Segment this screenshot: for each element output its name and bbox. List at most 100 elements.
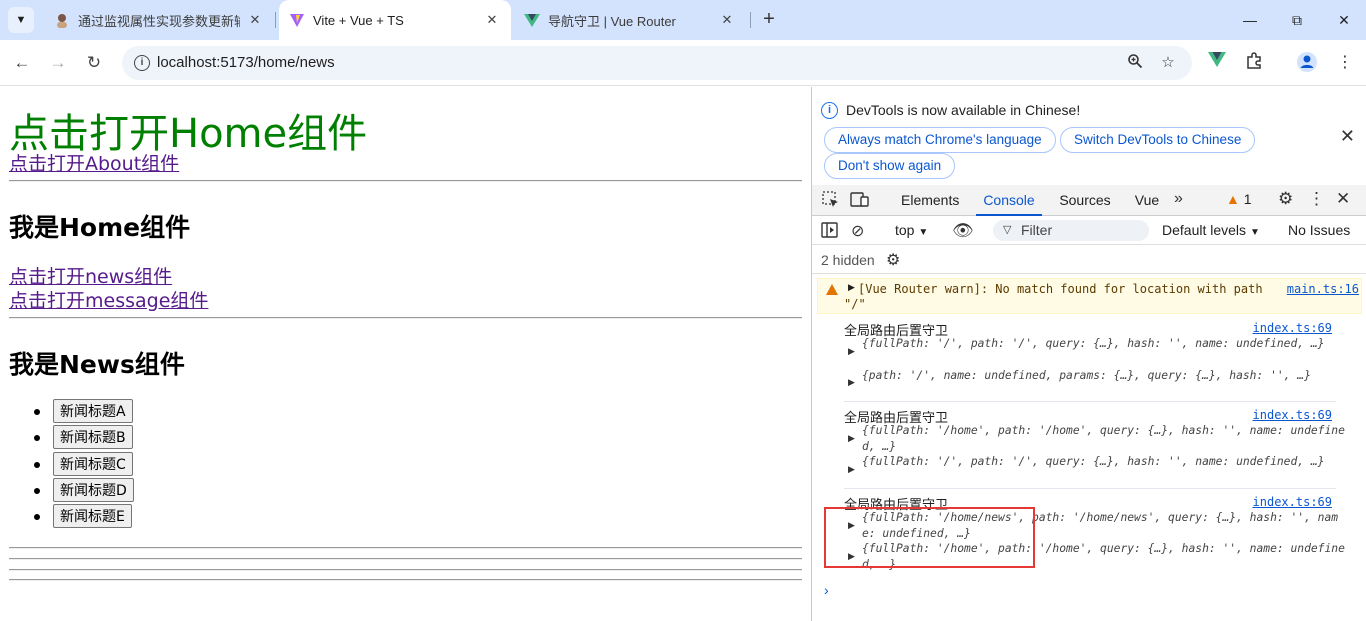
divider [9, 547, 802, 549]
warning-text: [Vue Router warn]: No match found for lo… [858, 282, 1263, 296]
object-preview: {fullPath: '/', path: '/', query: {…}, h… [862, 337, 1325, 350]
device-toolbar-icon[interactable] [850, 191, 869, 212]
news-title-button[interactable]: 新闻标题B [53, 425, 133, 450]
url-text[interactable]: localhost:5173/home/news [157, 54, 335, 71]
tab-1-title: 通过监视属性实现参数更新输出 [78, 13, 240, 29]
close-devtools-icon[interactable]: ✕ [1336, 189, 1350, 209]
tab-3[interactable]: 导航守卫 | Vue Router ✕ [514, 0, 746, 40]
tab-1[interactable]: 通过监视属性实现参数更新输出 ✕ [44, 0, 274, 40]
window-close-icon[interactable]: ✕ [1334, 10, 1354, 30]
route-object-to[interactable]: {fullPath: '/', path: '/', query: {…}, h… [862, 336, 1350, 352]
sidebar-toggle-icon[interactable] [821, 222, 838, 242]
minimize-icon[interactable]: — [1240, 10, 1260, 30]
tab-search-button[interactable]: ▼ [8, 7, 34, 33]
warning-count: 1 [1243, 191, 1252, 207]
tab-elements[interactable]: Elements [901, 185, 959, 216]
divider [9, 579, 802, 581]
back-arrow-icon[interactable]: ← [10, 51, 34, 75]
tab-strip: ▼ 通过监视属性实现参数更新输出 ✕ Vite + Vue + TS ✕ 导航守… [0, 0, 1366, 40]
route-object-to[interactable]: {fullPath: '/home', path: '/home', query… [862, 423, 1350, 454]
tab-2[interactable]: Vite + Vue + TS ✕ [279, 0, 511, 40]
reload-icon[interactable]: ↻ [82, 51, 106, 75]
object-preview: {fullPath: '/home', path: '/home', query… [862, 424, 1345, 453]
live-expression-eye-icon[interactable]: 👁 [952, 221, 974, 241]
warning-text-path: "/" [844, 297, 866, 311]
divider [844, 488, 1336, 489]
clear-console-icon[interactable]: ⊘ [851, 221, 864, 241]
address-bar[interactable]: i localhost:5173/home/news ☆ [122, 46, 1192, 80]
news-title-button[interactable]: 新闻标题A [53, 399, 133, 423]
log-source-link[interactable]: index.ts:69 [1253, 408, 1332, 422]
vue-logo-icon [524, 12, 540, 28]
dropdown-caret-icon: ▼ [1249, 227, 1260, 238]
new-tab-button[interactable]: + [758, 8, 780, 32]
expand-triangle-icon[interactable]: ▶ [848, 282, 855, 293]
forward-arrow-icon[interactable]: → [46, 51, 70, 75]
console-filter-input[interactable]: ▽ Filter [993, 220, 1149, 241]
tab-console[interactable]: Console [976, 185, 1042, 216]
tab-3-close-icon[interactable]: ✕ [718, 12, 736, 28]
red-highlight-box [824, 507, 1035, 568]
news-title-button[interactable]: 新闻标题C [53, 451, 133, 476]
always-match-language-button[interactable]: Always match Chrome's language [824, 127, 1056, 153]
object-preview: {path: '/', name: undefined, params: {…}… [862, 369, 1311, 382]
warning-source-link[interactable]: main.ts:16 [1287, 282, 1359, 296]
message-link[interactable]: 点击打开message组件 [9, 286, 208, 313]
news-title-button[interactable]: 新闻标题E [53, 504, 132, 529]
log-levels-dropdown[interactable]: Default levels ▼ [1162, 222, 1260, 238]
tab-2-close-icon[interactable]: ✕ [483, 12, 501, 28]
tab-separator [750, 12, 751, 28]
dont-show-again-button[interactable]: Don't show again [824, 153, 956, 179]
divider [9, 558, 802, 560]
tab-2-title: Vite + Vue + TS [313, 12, 404, 28]
news-link[interactable]: 点击打开news组件 [9, 262, 172, 289]
switch-to-chinese-button[interactable]: Switch DevTools to Chinese [1060, 127, 1256, 153]
profile-avatar-icon[interactable] [1295, 51, 1319, 75]
zoom-icon[interactable] [1125, 53, 1145, 73]
devtools-menu-icon[interactable]: ⋮ [1308, 189, 1325, 209]
issues-counter[interactable]: No Issues [1288, 222, 1350, 238]
about-link[interactable]: 点击打开About组件 [9, 149, 179, 176]
divider [9, 569, 802, 571]
context-selector[interactable]: top ▼ [895, 222, 928, 238]
log-source-link[interactable]: index.ts:69 [1253, 495, 1332, 509]
console-toolbar: ⊘ top ▼ 👁 ▽ Filter Default levels ▼ No I… [812, 217, 1366, 245]
web-page: 点击打开Home组件 点击打开About组件 我是Home组件 点击打开news… [0, 87, 810, 621]
vue-devtools-extension-icon[interactable] [1205, 51, 1229, 75]
inspect-element-icon[interactable] [822, 191, 839, 212]
devtools-tab-bar: Elements Console Sources Vue » ▲ 1 ⚙ ⋮ ✕ [812, 185, 1366, 216]
route-object-from[interactable]: {path: '/', name: undefined, params: {…}… [862, 368, 1350, 384]
levels-label: Default levels [1162, 222, 1247, 238]
news-component-title: 我是News组件 [9, 350, 185, 379]
console-prompt-chevron-icon[interactable]: › [824, 582, 829, 598]
expand-triangle-icon[interactable]: ▶ [848, 433, 855, 444]
extensions-puzzle-icon[interactable] [1242, 51, 1266, 75]
devtools-language-banner: i DevTools is now available in Chinese! … [812, 87, 1366, 185]
warnings-counter[interactable]: ▲ 1 [1226, 191, 1252, 207]
site-info-icon[interactable]: i [134, 55, 150, 71]
settings-gear-icon[interactable]: ⚙ [1278, 189, 1293, 209]
news-title-button[interactable]: 新闻标题D [53, 477, 134, 502]
expand-triangle-icon[interactable]: ▶ [848, 346, 855, 357]
filter-funnel-icon: ▽ [1003, 224, 1012, 236]
divider [9, 180, 802, 182]
console-warning-message[interactable]: ▶ [Vue Router warn]: No match found for … [817, 278, 1362, 314]
expand-triangle-icon[interactable]: ▶ [848, 377, 855, 388]
hidden-messages-bar: 2 hidden ⚙ [812, 246, 1366, 274]
expand-triangle-icon[interactable]: ▶ [848, 464, 855, 475]
bookmark-star-icon[interactable]: ☆ [1158, 53, 1178, 73]
console-settings-gear-icon[interactable]: ⚙ [886, 250, 900, 270]
warning-triangle-icon [826, 284, 838, 295]
browser-menu-icon[interactable]: ⋮ [1333, 51, 1357, 75]
close-icon[interactable]: ✕ [1340, 126, 1355, 147]
route-object-from[interactable]: {fullPath: '/', path: '/', query: {…}, h… [862, 454, 1350, 470]
devtools-panel: i DevTools is now available in Chinese! … [811, 87, 1366, 621]
object-preview: {fullPath: '/', path: '/', query: {…}, h… [862, 455, 1325, 468]
log-source-link[interactable]: index.ts:69 [1253, 321, 1332, 335]
tab-1-close-icon[interactable]: ✕ [246, 12, 264, 28]
more-tabs-icon[interactable]: » [1174, 190, 1183, 208]
tab-vue[interactable]: Vue [1133, 185, 1161, 216]
dropdown-caret-icon: ▼ [918, 227, 929, 238]
restore-icon[interactable]: ⧉ [1287, 10, 1307, 30]
tab-sources[interactable]: Sources [1058, 185, 1112, 216]
